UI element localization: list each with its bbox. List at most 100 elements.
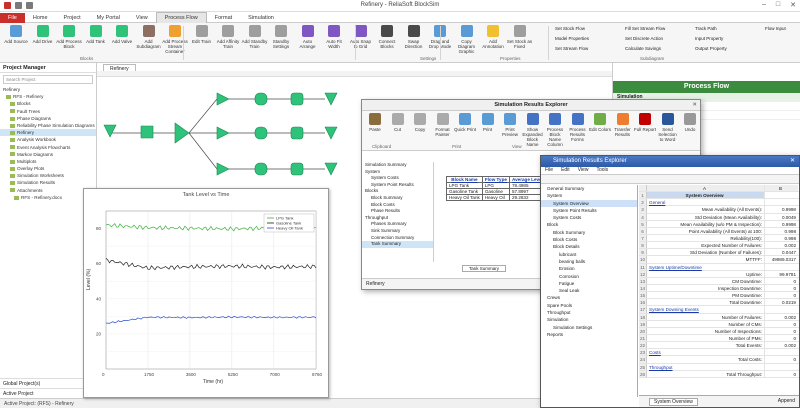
ribbon-button-add-subdiagram[interactable]: Add Subdiagram	[136, 25, 162, 49]
sim-nav-item[interactable]: Blocks	[362, 188, 433, 195]
ribbon-small-button[interactable]: Set Stock Flow	[555, 26, 585, 31]
sim-nav-item[interactable]: Throughput	[362, 215, 433, 222]
sim-nav-item[interactable]: System Costs	[362, 175, 433, 182]
menu-project[interactable]: Project	[56, 13, 89, 23]
sim-ribbon-button[interactable]: Full Report	[634, 113, 656, 132]
nav-item[interactable]: Crews	[541, 294, 637, 301]
ribbon-button-swap-direction[interactable]: Swap Direction	[401, 25, 427, 49]
nav-item[interactable]: System Overview	[541, 199, 637, 207]
table-cell[interactable]: Gasoline Tank	[446, 188, 483, 195]
ribbon-button-add-source[interactable]: Add Source	[3, 25, 29, 44]
grid-value-cell[interactable]: 0	[765, 328, 798, 334]
menu-my-portal[interactable]: My Portal	[89, 13, 128, 23]
nav-item[interactable]: Erosion	[541, 265, 637, 272]
sim-nav-item[interactable]: Connection Summary	[362, 235, 433, 242]
ribbon-button-set-stock-as-fixed[interactable]: Set Stock as Fixed	[507, 25, 533, 49]
grid-label-cell[interactable]: System Downing Events	[647, 306, 765, 313]
tree-item[interactable]: Reliability Phase Simulation Diagrams	[0, 122, 96, 129]
grid-label-cell[interactable]: System Uptime/Downtime	[647, 263, 765, 270]
menu-view[interactable]: View	[128, 13, 156, 23]
nav-item[interactable]: Spare Pools	[541, 302, 637, 309]
menu-home[interactable]: Home	[25, 13, 56, 23]
table-cell[interactable]: Heavy Oil Tank	[446, 194, 483, 201]
nav-item[interactable]: Fatigue	[541, 280, 637, 287]
sim-ribbon-button[interactable]: Send Selection to Word	[657, 113, 679, 142]
ribbon-small-button[interactable]: Fill Set Stream Flow	[625, 26, 665, 31]
sim-ribbon-button[interactable]: Process Block Name Column	[544, 113, 566, 147]
grid-value-cell[interactable]: 99.9781	[765, 271, 798, 277]
grid-label-cell[interactable]: Mean Availability (All Events):	[647, 206, 765, 213]
nav-item[interactable]: System Point Results	[541, 207, 637, 214]
grid-value-cell[interactable]: 0.998	[765, 235, 798, 241]
grid-value-cell[interactable]: 49989.0317	[765, 256, 798, 262]
menu-file[interactable]: File	[0, 13, 25, 23]
grid-value-cell[interactable]	[765, 364, 798, 370]
tree-item[interactable]: RFS - Refinery	[0, 93, 96, 100]
grid-label-cell[interactable]: System Overview	[647, 192, 765, 199]
grid-value-cell[interactable]: 0	[765, 335, 798, 341]
ribbon-button-connect-blocks[interactable]: Connect Blocks	[374, 25, 400, 49]
ribbon-small-button[interactable]: Track Path	[695, 26, 717, 31]
tree-item[interactable]: Fault Trees	[0, 108, 96, 115]
tree-item[interactable]: Blocks	[0, 100, 96, 107]
grid-value-cell[interactable]	[765, 199, 798, 205]
sim-ribbon-button[interactable]: Print	[477, 113, 499, 132]
grid-value-cell[interactable]: 0.0219	[765, 299, 798, 305]
sim-nav-item[interactable]: Phases Summary	[362, 221, 433, 228]
nav-item[interactable]: System	[541, 192, 637, 199]
grid-label-cell[interactable]: Number of Failures:	[647, 313, 765, 320]
sim-ribbon-button[interactable]: Cut	[387, 113, 409, 132]
tree-item[interactable]: Simulation Worksheets	[0, 172, 96, 179]
nav-item[interactable]: lubricant	[541, 251, 637, 258]
nav-item[interactable]: Seal Leak	[541, 287, 637, 294]
ribbon-small-button[interactable]: Calculate Savings	[625, 46, 661, 51]
ribbon-small-button[interactable]: Output Property	[695, 46, 727, 51]
menu-format[interactable]: Format	[207, 13, 240, 23]
menu-item[interactable]: Tools	[596, 167, 608, 173]
close-icon[interactable]: ✕	[790, 1, 796, 9]
grid-label-cell[interactable]: Total Downtime:	[647, 299, 765, 306]
ribbon-small-button[interactable]: Set Discrete Action	[625, 36, 663, 41]
sim-nav-item[interactable]: Block Summary	[362, 195, 433, 202]
tree-item[interactable]: Event Analysis Flowcharts	[0, 144, 96, 151]
grid-value-cell[interactable]: 0	[765, 371, 798, 377]
grid-value-cell[interactable]	[765, 192, 798, 198]
sim-ribbon-button[interactable]: Show Expanded Block Name	[522, 113, 544, 147]
ribbon-button-add-tank[interactable]: Add Tank	[83, 25, 109, 44]
grid-value-cell[interactable]	[765, 264, 798, 270]
ribbon-small-button[interactable]: Flow Input	[765, 26, 786, 31]
sim-nav-item[interactable]: Phase Results	[362, 208, 433, 215]
tank-level-chart-window[interactable]: Tank Level vs Time 0 1750 3500 5250 7000 8760…	[83, 188, 329, 398]
grid-value-cell[interactable]: 0	[765, 278, 798, 284]
ribbon-button-add-valve[interactable]: Add Valve	[109, 25, 135, 44]
nav-item[interactable]: General Summary	[541, 185, 637, 192]
grid-value-cell[interactable]: 0.002	[765, 342, 798, 348]
grid-value-cell[interactable]: 0.998	[765, 228, 798, 234]
grid-value-cell[interactable]: 0.002	[765, 314, 798, 320]
tree-item[interactable]: Simulation Results	[0, 179, 96, 186]
sim-nav-item[interactable]: Sink Summary	[362, 228, 433, 235]
ribbon-button-add-process-block[interactable]: Add Process Block	[56, 25, 82, 49]
grid-label-cell[interactable]: Uptime:	[647, 270, 765, 277]
grid-value-cell[interactable]: 0	[765, 321, 798, 327]
menu-item[interactable]: View	[578, 167, 589, 173]
tree-item[interactable]: Refinery	[0, 129, 96, 137]
grid-label-cell[interactable]: Costs	[647, 349, 765, 356]
ribbon-button-add-process-stream-container[interactable]: Add Process Stream Container	[162, 25, 188, 54]
sheet-tab-tank-summary[interactable]: Tank Summary	[462, 265, 507, 272]
ribbon-button-auto-fit-width[interactable]: Auto Fit Width	[321, 25, 347, 49]
tree-item[interactable]: Overlay Plots	[0, 165, 96, 172]
grid-label-cell[interactable]: Number of PMs:	[647, 334, 765, 342]
close-icon[interactable]: ✕	[692, 100, 697, 111]
grid-label-cell[interactable]: Total Throughput:	[647, 370, 765, 377]
minimize-icon[interactable]: –	[762, 1, 766, 9]
grid-label-cell[interactable]: Expected Number of Failures:	[647, 242, 765, 249]
ribbon-button-add-annotation[interactable]: Add Annotation	[480, 25, 506, 49]
tree-item[interactable]: Attachments	[0, 187, 96, 194]
grid-value-cell[interactable]: 0.002	[765, 242, 798, 248]
sim-ribbon-button[interactable]: Paste	[364, 113, 386, 132]
grid-label-cell[interactable]: MTTFF:	[647, 256, 765, 263]
nav-item[interactable]: Block Details	[541, 243, 637, 250]
search-input[interactable]: Search Project	[3, 75, 93, 84]
table-cell[interactable]: Heavy Oil	[481, 194, 510, 201]
